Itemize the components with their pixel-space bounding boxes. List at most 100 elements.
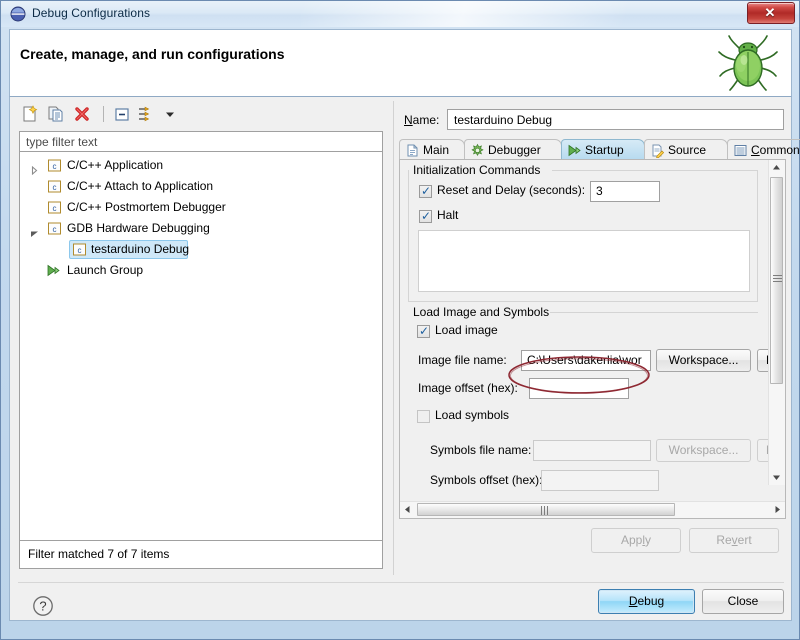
configuration-editor-pane: Name: testarduino Debug Main Debugger St…: [393, 101, 800, 575]
name-label: Name:: [404, 113, 440, 127]
load-symbols-label: Load symbols: [435, 408, 510, 422]
load-image-label: Load image: [435, 323, 498, 337]
check-icon: ✓: [419, 324, 430, 338]
c-config-icon: c: [72, 242, 87, 257]
configurations-toolbar: [18, 101, 384, 127]
close-button[interactable]: ✕: [747, 2, 795, 24]
tab-label: Debugger: [488, 143, 541, 157]
image-offset-input[interactable]: [529, 378, 629, 399]
horizontal-scroll-thumb[interactable]: [417, 503, 675, 516]
eclipse-debug-icon: [10, 6, 26, 22]
close-icon: ✕: [764, 5, 776, 20]
halt-label: Halt: [437, 208, 459, 222]
tab-startup[interactable]: Startup: [561, 139, 645, 160]
tree-item-label: testarduino Debug: [91, 242, 190, 256]
tree-item-gdb-hardware-debugging[interactable]: c GDB Hardware Debugging: [20, 218, 382, 239]
page-title: Create, manage, and run configurations: [20, 46, 285, 62]
tree-item-launch-group[interactable]: Launch Group: [20, 260, 382, 281]
image-file-name-value: C:\Users\dakerlia\wor: [527, 353, 642, 367]
svg-text:c: c: [53, 162, 57, 171]
check-icon: ✓: [421, 209, 432, 223]
debug-configurations-dialog: Debug Configurations ✕ Create, manage, a…: [0, 0, 800, 640]
symbols-workspace-button[interactable]: Workspace...: [656, 439, 751, 462]
filter-status-bar: Filter matched 7 of 7 items: [19, 541, 383, 569]
scroll-left-arrow-icon[interactable]: [400, 502, 415, 517]
tab-common[interactable]: Common: [727, 139, 800, 160]
initialization-commands-textarea[interactable]: [418, 230, 750, 292]
filter-launch-configurations-icon[interactable]: [136, 104, 156, 124]
reset-and-delay-label: Reset and Delay (seconds):: [437, 183, 586, 197]
scroll-up-arrow-icon[interactable]: [769, 160, 784, 175]
vertical-scroll-thumb[interactable]: [770, 177, 783, 384]
tab-debugger[interactable]: Debugger: [464, 139, 562, 160]
name-input-value: testarduino Debug: [454, 113, 553, 127]
startup-play-icon: [567, 143, 582, 158]
symbols-file-name-label: Symbols file name:: [430, 443, 532, 457]
tab-vertical-scrollbar[interactable]: [768, 160, 785, 485]
green-bug-icon: [717, 34, 779, 96]
new-launch-configuration-icon[interactable]: [20, 104, 40, 124]
name-input[interactable]: testarduino Debug: [447, 109, 784, 130]
scroll-down-arrow-icon[interactable]: [769, 470, 784, 485]
dialog-body: type filter text c C/C++ Application c C…: [9, 97, 800, 621]
document-icon: [405, 143, 420, 158]
c-config-icon: c: [47, 158, 62, 173]
help-question-icon[interactable]: ?: [32, 595, 54, 620]
symbols-offset-input[interactable]: [541, 470, 659, 491]
reset-and-delay-checkbox[interactable]: ✓: [419, 185, 432, 198]
toolbar-separator: [103, 106, 104, 122]
chevron-down-icon[interactable]: [30, 224, 39, 237]
tab-source[interactable]: Source: [644, 139, 728, 160]
tree-item-c-cpp-attach-to-application[interactable]: c C/C++ Attach to Application: [20, 176, 382, 197]
svg-text:c: c: [53, 183, 57, 192]
tree-item-testarduino-debug[interactable]: c testarduino Debug: [20, 239, 382, 260]
tree-item-label: Launch Group: [67, 263, 144, 277]
svg-text:c: c: [53, 225, 57, 234]
revert-button[interactable]: Revert: [689, 528, 779, 553]
filter-input[interactable]: type filter text: [19, 131, 383, 152]
common-icon: [733, 143, 748, 158]
symbols-file-name-input[interactable]: [533, 440, 651, 461]
tab-horizontal-scrollbar[interactable]: [400, 501, 785, 518]
apply-revert-bar: Apply Revert: [394, 525, 786, 565]
check-icon: ✓: [421, 184, 432, 198]
configuration-tabfolder: Main Debugger Startup Source Common Init…: [399, 139, 800, 519]
window-titlebar: Debug Configurations ✕: [1, 1, 799, 27]
startup-tab-content: Initialization Commands ✓ Reset and Dela…: [399, 159, 786, 519]
debug-button[interactable]: Debug: [598, 589, 695, 614]
view-menu-chevron-down-icon[interactable]: [160, 104, 180, 124]
group-divider: [550, 312, 758, 313]
image-offset-label: Image offset (hex):: [418, 381, 518, 395]
tree-item-c-cpp-application[interactable]: c C/C++ Application: [20, 155, 382, 176]
tree-item-label: C/C++ Attach to Application: [67, 179, 214, 193]
launch-configurations-pane: type filter text c C/C++ Application c C…: [18, 101, 384, 575]
dialog-footer: ? Debug Close: [10, 583, 791, 619]
reset-delay-input[interactable]: 3: [590, 181, 660, 202]
symbols-offset-label: Symbols offset (hex):: [430, 473, 543, 487]
chevron-right-icon[interactable]: [30, 161, 39, 176]
halt-checkbox[interactable]: ✓: [419, 210, 432, 223]
tree-item-label: GDB Hardware Debugging: [67, 221, 210, 235]
load-symbols-checkbox[interactable]: [417, 410, 430, 423]
tree-item-c-cpp-postmortem-debugger[interactable]: c C/C++ Postmortem Debugger: [20, 197, 382, 218]
close-dialog-button[interactable]: Close: [702, 589, 784, 614]
scroll-right-arrow-icon[interactable]: [770, 502, 785, 517]
tab-main[interactable]: Main: [399, 139, 465, 160]
debugger-gear-icon: [470, 143, 485, 158]
svg-text:c: c: [78, 246, 82, 255]
filter-input-text: type filter text: [26, 135, 98, 149]
launch-configurations-tree[interactable]: c C/C++ Application c C/C++ Attach to Ap…: [19, 152, 383, 541]
c-config-icon: c: [47, 200, 62, 215]
load-image-symbols-title: Load Image and Symbols: [410, 305, 553, 319]
delete-launch-configuration-icon[interactable]: [72, 104, 92, 124]
tab-label: Main: [423, 143, 450, 157]
image-workspace-button[interactable]: Workspace...: [656, 349, 751, 372]
load-image-checkbox[interactable]: ✓: [417, 325, 430, 338]
apply-button[interactable]: Apply: [591, 528, 681, 553]
duplicate-launch-configuration-icon[interactable]: [46, 104, 66, 124]
dialog-header: Create, manage, and run configurations: [9, 29, 792, 97]
collapse-all-icon[interactable]: [112, 104, 132, 124]
image-file-name-input[interactable]: C:\Users\dakerlia\wor: [521, 350, 651, 371]
tree-item-label: C/C++ Application: [67, 158, 164, 172]
tab-strip: Main Debugger Startup Source Common: [399, 139, 800, 160]
